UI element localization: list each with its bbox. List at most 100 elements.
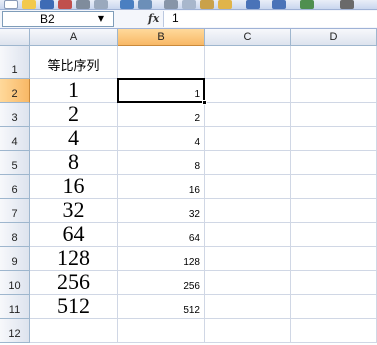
row-header-1[interactable]: 1 bbox=[0, 46, 30, 79]
cell-d2[interactable] bbox=[291, 79, 377, 103]
cell-d7[interactable] bbox=[291, 199, 377, 223]
cell-a5[interactable]: 8 bbox=[30, 151, 118, 175]
cell-d6[interactable] bbox=[291, 175, 377, 199]
cell-c4[interactable] bbox=[205, 127, 291, 151]
redo-icon[interactable] bbox=[272, 0, 286, 9]
cell-c6[interactable] bbox=[205, 175, 291, 199]
cell-value: 256 bbox=[57, 271, 90, 294]
worksheet-grid[interactable]: A B C D 1 等比序列 2 1 1 3 2 2 4 4 4 5 8 8 6 16 16 7 32 32 8 64 64 9 128… bbox=[0, 29, 377, 345]
formula-input[interactable]: 1 bbox=[163, 11, 377, 27]
cell-b9[interactable]: 128 bbox=[118, 247, 205, 271]
permission-icon[interactable] bbox=[58, 0, 72, 9]
cell-a1[interactable]: 等比序列 bbox=[30, 46, 118, 79]
name-box-value: B2 bbox=[40, 12, 55, 26]
formula-value: 1 bbox=[172, 11, 179, 25]
row-header-4[interactable]: 4 bbox=[0, 127, 30, 151]
row-number: 1 bbox=[11, 64, 18, 76]
cell-value: 8 bbox=[68, 151, 79, 174]
row-header-10[interactable]: 10 bbox=[0, 271, 30, 295]
cell-c9[interactable] bbox=[205, 247, 291, 271]
cell-value: 16 bbox=[188, 185, 200, 196]
row-header-8[interactable]: 8 bbox=[0, 223, 30, 247]
new-icon[interactable] bbox=[4, 0, 18, 9]
cell-b11[interactable]: 512 bbox=[118, 295, 205, 319]
row-number: 9 bbox=[11, 256, 18, 268]
column-header-b[interactable]: B bbox=[118, 29, 205, 46]
cell-d3[interactable] bbox=[291, 103, 377, 127]
row-header-6[interactable]: 6 bbox=[0, 175, 30, 199]
cell-c12[interactable] bbox=[205, 319, 291, 343]
hyperlink-icon[interactable] bbox=[300, 0, 314, 9]
cell-d9[interactable] bbox=[291, 247, 377, 271]
cell-a11[interactable]: 512 bbox=[30, 295, 118, 319]
row-header-11[interactable]: 11 bbox=[0, 295, 30, 319]
row-header-9[interactable]: 9 bbox=[0, 247, 30, 271]
cell-d12[interactable] bbox=[291, 319, 377, 343]
row-number: 8 bbox=[11, 232, 18, 244]
cell-b6[interactable]: 16 bbox=[118, 175, 205, 199]
cell-b8[interactable]: 64 bbox=[118, 223, 205, 247]
cell-b2[interactable]: 1 bbox=[118, 79, 205, 103]
cell-c11[interactable] bbox=[205, 295, 291, 319]
row-number: 2 bbox=[11, 88, 18, 100]
cell-c2[interactable] bbox=[205, 79, 291, 103]
cell-c8[interactable] bbox=[205, 223, 291, 247]
cell-b4[interactable]: 4 bbox=[118, 127, 205, 151]
cell-value: 64 bbox=[62, 223, 85, 246]
print-preview-icon[interactable] bbox=[94, 0, 108, 9]
cell-b1[interactable] bbox=[118, 46, 205, 79]
cell-c10[interactable] bbox=[205, 271, 291, 295]
cell-d5[interactable] bbox=[291, 151, 377, 175]
cell-a6[interactable]: 16 bbox=[30, 175, 118, 199]
research-icon[interactable] bbox=[138, 0, 152, 9]
cell-a7[interactable]: 32 bbox=[30, 199, 118, 223]
save-icon[interactable] bbox=[40, 0, 54, 9]
cell-a3[interactable]: 2 bbox=[30, 103, 118, 127]
cell-c3[interactable] bbox=[205, 103, 291, 127]
cell-value: 32 bbox=[188, 209, 200, 220]
row-header-5[interactable]: 5 bbox=[0, 151, 30, 175]
cell-b12[interactable] bbox=[118, 319, 205, 343]
cell-c5[interactable] bbox=[205, 151, 291, 175]
select-all-corner[interactable] bbox=[0, 29, 30, 46]
row-header-3[interactable]: 3 bbox=[0, 103, 30, 127]
cell-d1[interactable] bbox=[291, 46, 377, 79]
print-icon[interactable] bbox=[76, 0, 90, 9]
cell-b7[interactable]: 32 bbox=[118, 199, 205, 223]
cell-a10[interactable]: 256 bbox=[30, 271, 118, 295]
cell-a2[interactable]: 1 bbox=[30, 79, 118, 103]
cell-c7[interactable] bbox=[205, 199, 291, 223]
cell-a4[interactable]: 4 bbox=[30, 127, 118, 151]
cell-d11[interactable] bbox=[291, 295, 377, 319]
cell-d4[interactable] bbox=[291, 127, 377, 151]
row-header-2[interactable]: 2 bbox=[0, 79, 30, 103]
column-header-a[interactable]: A bbox=[30, 29, 118, 46]
cell-value: 1 bbox=[68, 79, 79, 102]
fill-handle[interactable] bbox=[202, 100, 207, 105]
cut-icon[interactable] bbox=[164, 0, 178, 9]
column-header-c[interactable]: C bbox=[205, 29, 291, 46]
paste-icon[interactable] bbox=[200, 0, 214, 9]
format-painter-icon[interactable] bbox=[218, 0, 232, 9]
row-header-7[interactable]: 7 bbox=[0, 199, 30, 223]
open-icon[interactable] bbox=[22, 0, 36, 9]
row-number: 3 bbox=[11, 112, 18, 124]
cell-b5[interactable]: 8 bbox=[118, 151, 205, 175]
spelling-icon[interactable] bbox=[120, 0, 134, 9]
cell-d8[interactable] bbox=[291, 223, 377, 247]
cell-d10[interactable] bbox=[291, 271, 377, 295]
cell-a9[interactable]: 128 bbox=[30, 247, 118, 271]
copy-icon[interactable] bbox=[182, 0, 196, 9]
cell-b3[interactable]: 2 bbox=[118, 103, 205, 127]
column-header-d[interactable]: D bbox=[291, 29, 377, 46]
row-number: 12 bbox=[8, 328, 21, 340]
autosum-icon[interactable] bbox=[340, 0, 354, 9]
cell-a12[interactable] bbox=[30, 319, 118, 343]
cell-c1[interactable] bbox=[205, 46, 291, 79]
cell-b10[interactable]: 256 bbox=[118, 271, 205, 295]
chevron-down-icon[interactable]: ▼ bbox=[96, 14, 106, 24]
undo-icon[interactable] bbox=[246, 0, 260, 9]
insert-function-icon[interactable]: fx bbox=[148, 12, 159, 25]
row-header-12[interactable]: 12 bbox=[0, 319, 30, 343]
cell-a8[interactable]: 64 bbox=[30, 223, 118, 247]
